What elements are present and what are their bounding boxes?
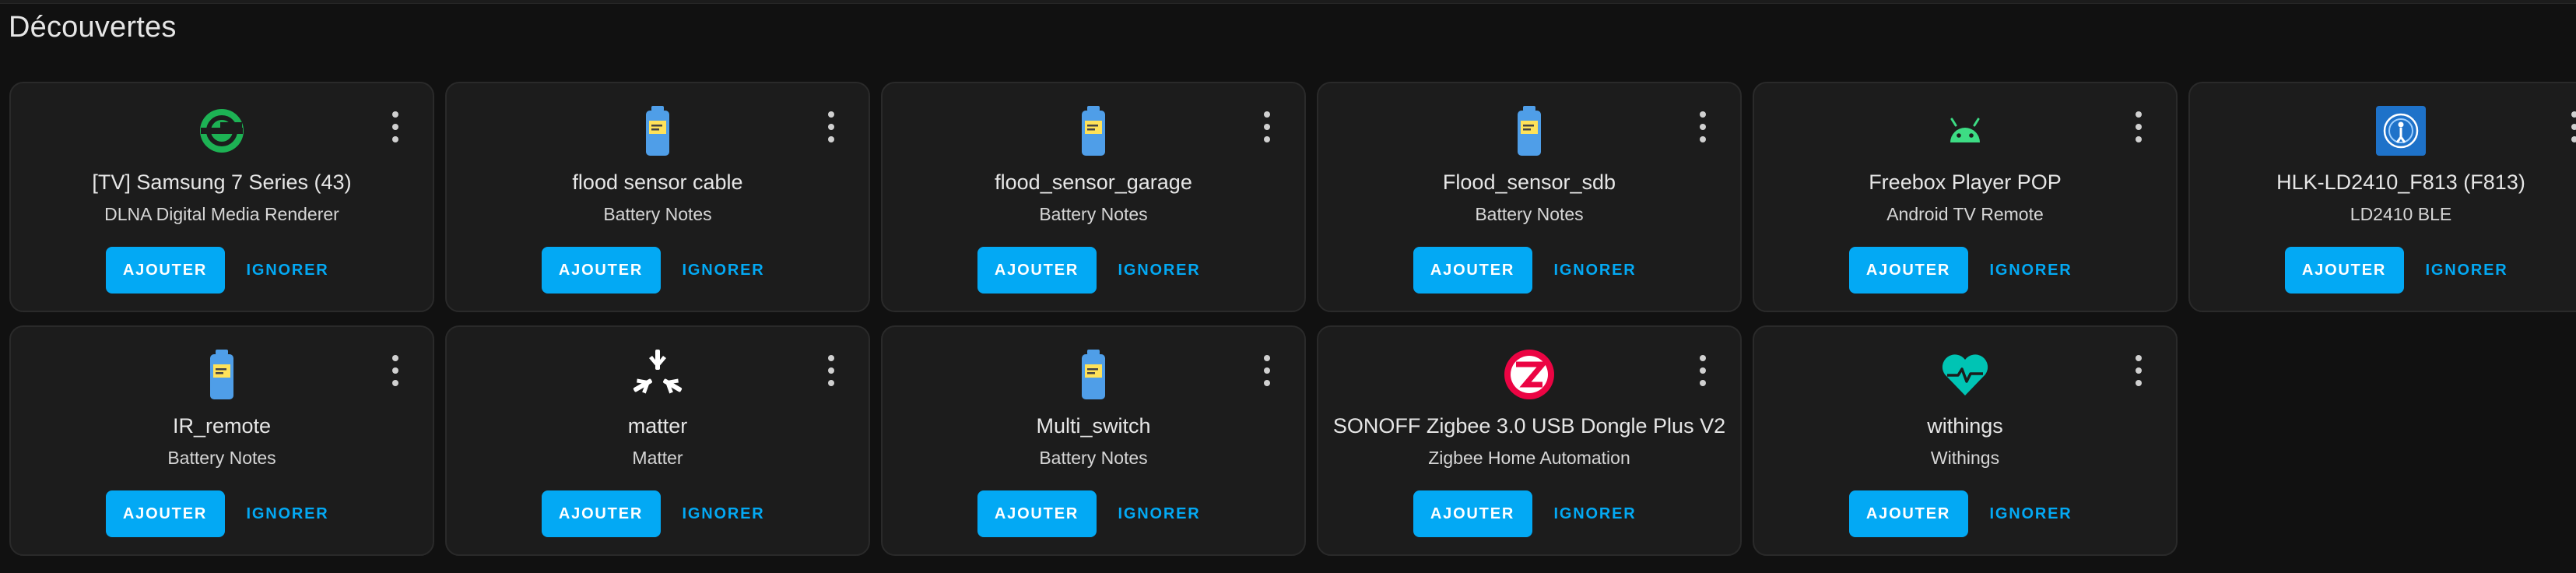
device-name: matter <box>627 414 688 438</box>
ignore-button[interactable]: IGNORER <box>1109 490 1210 537</box>
integration-name: Withings <box>1930 448 2000 468</box>
discovered-card: Flood_sensor_sdb Battery Notes AJOUTER I… <box>1317 82 1742 312</box>
ignore-button[interactable]: IGNORER <box>673 247 774 294</box>
integration-name: DLNA Digital Media Renderer <box>104 204 339 224</box>
discovered-card: flood_sensor_garage Battery Notes AJOUTE… <box>881 82 1306 312</box>
add-button[interactable]: AJOUTER <box>977 490 1097 537</box>
discovered-card: matter Matter AJOUTER IGNORER <box>445 325 870 556</box>
device-name: flood_sensor_garage <box>995 170 1192 194</box>
integration-name: Zigbee Home Automation <box>1428 448 1630 468</box>
battery-notes-icon <box>1502 104 1556 158</box>
battery-notes-icon <box>1066 347 1121 402</box>
battery-notes-icon <box>195 347 249 402</box>
discovered-card: withings Withings AJOUTER IGNORER <box>1753 325 2178 556</box>
matter-icon <box>630 347 685 402</box>
discovered-card: SONOFF Zigbee 3.0 USB Dongle Plus V2 Zig… <box>1317 325 1742 556</box>
top-bar-edge <box>0 0 2576 4</box>
ignore-button[interactable]: IGNORER <box>1109 247 1210 294</box>
device-name: Multi_switch <box>1036 414 1151 438</box>
ignore-button[interactable]: IGNORER <box>1981 490 2082 537</box>
add-button[interactable]: AJOUTER <box>541 490 661 537</box>
add-button[interactable]: AJOUTER <box>105 247 225 294</box>
section-title: Découvertes <box>9 11 177 44</box>
device-name: Flood_sensor_sdb <box>1442 170 1616 194</box>
device-name: flood sensor cable <box>572 170 743 194</box>
ignore-button[interactable]: IGNORER <box>237 247 339 294</box>
withings-icon <box>1938 347 1992 402</box>
integration-name: Battery Notes <box>1039 204 1148 224</box>
overflow-menu-icon[interactable] <box>826 355 836 386</box>
overflow-menu-icon[interactable] <box>1262 111 1272 142</box>
ignore-button[interactable]: IGNORER <box>2416 247 2518 294</box>
add-button[interactable]: AJOUTER <box>2284 247 2404 294</box>
ignore-button[interactable]: IGNORER <box>1981 247 2082 294</box>
overflow-menu-icon[interactable] <box>1262 355 1272 386</box>
add-button[interactable]: AJOUTER <box>1848 490 1968 537</box>
integration-name: Android TV Remote <box>1886 204 2044 224</box>
overflow-menu-icon[interactable] <box>826 111 836 142</box>
overflow-menu-icon[interactable] <box>1698 355 1707 386</box>
zigbee-icon <box>1502 347 1556 402</box>
device-name: IR_remote <box>172 414 272 438</box>
ignore-button[interactable]: IGNORER <box>1545 490 1646 537</box>
discovered-card: Freebox Player POP Android TV Remote AJO… <box>1753 82 2178 312</box>
ld2410-icon <box>2374 104 2428 158</box>
device-name: Freebox Player POP <box>1869 170 2062 194</box>
discovered-card: [TV] Samsung 7 Series (43) DLNA Digital … <box>9 82 434 312</box>
discovered-card: Multi_switch Battery Notes AJOUTER IGNOR… <box>881 325 1306 556</box>
battery-notes-icon <box>1066 104 1121 158</box>
discovered-card: IR_remote Battery Notes AJOUTER IGNORER <box>9 325 434 556</box>
overflow-menu-icon[interactable] <box>2570 111 2576 142</box>
device-name: HLK-LD2410_F813 (F813) <box>2276 170 2525 194</box>
integration-name: Matter <box>632 448 683 468</box>
battery-notes-icon <box>630 104 685 158</box>
overflow-menu-icon[interactable] <box>391 355 400 386</box>
overflow-menu-icon[interactable] <box>2134 355 2143 386</box>
overflow-menu-icon[interactable] <box>2134 111 2143 142</box>
integration-name: LD2410 BLE <box>2350 204 2452 224</box>
device-name: withings <box>1927 414 2003 438</box>
android-icon <box>1938 104 1992 158</box>
integration-name: Battery Notes <box>1475 204 1584 224</box>
add-button[interactable]: AJOUTER <box>1413 247 1532 294</box>
add-button[interactable]: AJOUTER <box>1413 490 1532 537</box>
overflow-menu-icon[interactable] <box>391 111 400 142</box>
overflow-menu-icon[interactable] <box>1698 111 1707 142</box>
ignore-button[interactable]: IGNORER <box>237 490 339 537</box>
add-button[interactable]: AJOUTER <box>541 247 661 294</box>
add-button[interactable]: AJOUTER <box>1848 247 1968 294</box>
device-name: SONOFF Zigbee 3.0 USB Dongle Plus V2 <box>1332 414 1726 438</box>
add-button[interactable]: AJOUTER <box>105 490 225 537</box>
integration-name: Battery Notes <box>603 204 712 224</box>
discovered-cards-grid: [TV] Samsung 7 Series (43) DLNA Digital … <box>9 82 2576 556</box>
ignore-button[interactable]: IGNORER <box>1545 247 1646 294</box>
dlna-icon <box>195 104 249 158</box>
discovered-card: HLK-LD2410_F813 (F813) LD2410 BLE AJOUTE… <box>2188 82 2576 312</box>
discovered-card: flood sensor cable Battery Notes AJOUTER… <box>445 82 870 312</box>
ignore-button[interactable]: IGNORER <box>673 490 774 537</box>
add-button[interactable]: AJOUTER <box>977 247 1097 294</box>
integration-name: Battery Notes <box>1039 448 1148 468</box>
integration-name: Battery Notes <box>167 448 276 468</box>
device-name: [TV] Samsung 7 Series (43) <box>92 170 352 194</box>
